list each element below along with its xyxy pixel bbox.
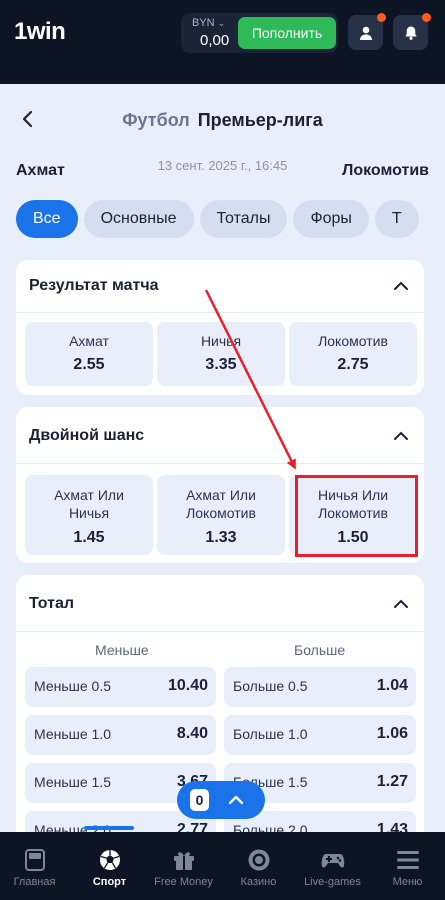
bet-slip-button[interactable]: 0 xyxy=(177,781,265,819)
odd-label: Локомотив xyxy=(318,333,388,349)
chevron-up-icon[interactable] xyxy=(392,427,410,445)
total-over-button[interactable]: Больше 1.0 1.06 xyxy=(224,715,416,755)
balance-widget[interactable]: BYN ⌄ 0,00 Пополнить xyxy=(181,13,338,53)
total-label: Меньше 1.0 xyxy=(34,726,111,742)
total-label: Меньше 1.5 xyxy=(34,774,111,790)
under-column-header: Меньше xyxy=(95,642,149,658)
chevron-down-icon: ⌄ xyxy=(217,18,226,28)
total-value: 10.40 xyxy=(167,677,208,694)
odd-button[interactable]: Ахмат 2.55 xyxy=(25,322,153,386)
total-label: Больше 0.5 xyxy=(233,678,308,694)
odd-label: Локомотив xyxy=(186,505,256,521)
currency-selector[interactable]: BYN ⌄ xyxy=(192,17,225,29)
tab-handicaps[interactable]: Форы xyxy=(293,200,369,238)
tab-all[interactable]: Все xyxy=(16,200,78,238)
odd-label: Ахмат xyxy=(69,333,109,349)
total-label: Больше 1.0 xyxy=(233,726,308,742)
total-under-button[interactable]: Меньше 0.5 10.40 xyxy=(25,667,216,707)
odd-value: 1.33 xyxy=(205,529,237,546)
odd-button[interactable]: Ахмат Или Ничья 1.45 xyxy=(25,475,153,555)
tab-more[interactable]: Т xyxy=(374,200,419,238)
total-label: Больше 2.0 xyxy=(233,822,308,832)
soccer-ball-icon xyxy=(99,850,120,870)
market-title[interactable]: Двойной шанс xyxy=(29,427,144,445)
gift-icon xyxy=(173,852,194,870)
league-name: Премьер-лига xyxy=(197,110,323,130)
notifications-button[interactable] xyxy=(393,13,431,50)
divider xyxy=(16,312,424,313)
match-page: Футбол Премьер-лига Ахмат 13 сент. 2025 г… xyxy=(0,84,445,832)
odd-label: Ничья xyxy=(68,505,110,521)
bet-slip-count: 0 xyxy=(190,789,209,811)
odd-value: 3.35 xyxy=(205,356,237,373)
chevron-up-icon[interactable] xyxy=(392,277,410,295)
menu-icon xyxy=(396,851,419,869)
notification-dot xyxy=(377,13,386,22)
nav-label: Меню xyxy=(392,876,423,888)
total-value: 1.43 xyxy=(376,821,408,832)
market-title[interactable]: Результат матча xyxy=(29,277,159,295)
odd-button[interactable]: Локомотив 2.75 xyxy=(289,322,417,386)
sport-name[interactable]: Футбол xyxy=(122,110,190,130)
annotation-highlight-box xyxy=(295,475,418,557)
odd-value: 2.75 xyxy=(337,356,369,373)
market-tabs: Все Основные Тоталы Форы Т xyxy=(16,200,425,240)
notification-dot xyxy=(422,13,431,22)
odd-label: Ахмат Или xyxy=(54,487,124,503)
profile-button[interactable] xyxy=(348,13,386,50)
bell-icon xyxy=(404,26,417,40)
odd-button[interactable]: Ахмат Или Локомотив 1.33 xyxy=(157,475,285,555)
total-value: 1.04 xyxy=(376,677,408,694)
tab-main[interactable]: Основные xyxy=(83,200,194,238)
nav-item-menu[interactable]: Меню xyxy=(363,832,445,900)
total-value: 1.06 xyxy=(376,725,408,742)
market-result-card: Результат матча Ахмат 2.55 Ничья 3.35 Ло… xyxy=(16,260,424,395)
user-icon xyxy=(359,26,372,40)
odd-button[interactable]: Ничья 3.35 xyxy=(157,322,285,386)
app-logo[interactable]: 1win xyxy=(14,18,66,46)
total-over-button[interactable]: Больше 0.5 1.04 xyxy=(224,667,416,707)
total-value: 8.40 xyxy=(176,725,208,742)
odd-value: 1.45 xyxy=(73,529,105,546)
balance-amount: 0,00 xyxy=(200,32,230,49)
tab-totals[interactable]: Тоталы xyxy=(199,200,288,238)
total-label: Меньше 0.5 xyxy=(34,678,111,694)
scroll-indicator xyxy=(84,826,134,830)
odd-label: Ничья xyxy=(200,333,242,349)
chevron-up-icon[interactable] xyxy=(392,595,410,613)
market-title[interactable]: Тотал xyxy=(29,595,74,613)
top-bar: 1win BYN ⌄ 0,00 Пополнить xyxy=(0,0,445,84)
total-value: 2.77 xyxy=(176,821,208,832)
deposit-button[interactable]: Пополнить xyxy=(238,17,336,49)
currency-label: BYN xyxy=(192,17,215,29)
divider xyxy=(16,631,424,632)
home-icon xyxy=(24,849,45,871)
page-title: Футбол Премьер-лига xyxy=(0,110,445,131)
odd-value: 2.55 xyxy=(73,356,105,373)
away-team: Локомотив xyxy=(342,162,429,179)
total-under-button[interactable]: Меньше 1.0 8.40 xyxy=(25,715,216,755)
bottom-navigation: Главная Спорт Free Money Казино Live-gam… xyxy=(0,832,445,900)
over-column-header: Больше xyxy=(294,642,346,658)
gamepad-icon xyxy=(321,854,344,868)
casino-chip-icon xyxy=(248,849,269,871)
chevron-up-icon xyxy=(228,795,244,805)
total-value: 1.27 xyxy=(376,773,408,790)
divider xyxy=(16,463,424,464)
odd-label: Ахмат Или xyxy=(186,487,256,503)
